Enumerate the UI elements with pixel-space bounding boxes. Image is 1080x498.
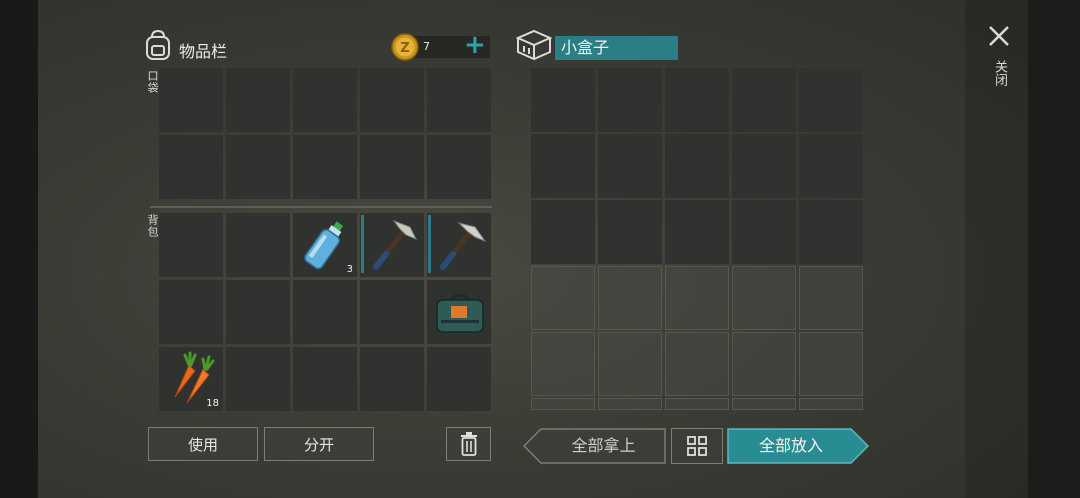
container-slot[interactable] xyxy=(665,68,729,132)
container-slot[interactable] xyxy=(799,134,863,198)
backpack-slot[interactable] xyxy=(360,347,424,411)
right-edge xyxy=(1028,0,1080,498)
container-slot-locked xyxy=(732,332,796,396)
container-slot-locked xyxy=(598,332,662,396)
backpack-slot-medkit[interactable] xyxy=(427,280,491,344)
container-slot[interactable] xyxy=(598,68,662,132)
container-slot-locked xyxy=(799,266,863,330)
backpack-slot[interactable] xyxy=(226,213,290,277)
backpack-slot[interactable] xyxy=(360,280,424,344)
backpack-slot-pickaxe[interactable] xyxy=(427,213,491,277)
take-all-button[interactable]: 全部拿上 xyxy=(541,428,666,464)
container-slot[interactable] xyxy=(732,68,796,132)
pocket-slot[interactable] xyxy=(427,135,491,199)
water-bottle-icon xyxy=(304,221,344,270)
hatchet-icon xyxy=(373,219,418,270)
pocket-slot[interactable] xyxy=(293,68,357,132)
backpack-slot[interactable] xyxy=(226,280,290,344)
trash-icon xyxy=(460,432,477,456)
container-slot-locked xyxy=(531,332,595,396)
pickaxe-icon xyxy=(440,222,487,270)
container-slot-locked xyxy=(665,398,729,410)
container-slot[interactable] xyxy=(598,200,662,264)
durability-bar xyxy=(361,215,364,273)
pocket-slot[interactable] xyxy=(159,68,223,132)
container-slot[interactable] xyxy=(732,200,796,264)
pocket-slot[interactable] xyxy=(226,68,290,132)
container-slot-locked xyxy=(598,266,662,330)
medkit-bag-icon xyxy=(436,293,484,333)
container-slot[interactable] xyxy=(531,134,595,198)
add-currency-button[interactable]: + xyxy=(464,30,486,60)
backpack-label: 背包 xyxy=(146,214,159,238)
container-slot[interactable] xyxy=(665,200,729,264)
container-slot-locked xyxy=(598,398,662,410)
svg-text:Z: Z xyxy=(400,41,409,56)
container-slot-locked xyxy=(665,332,729,396)
pocket-slot[interactable] xyxy=(226,135,290,199)
container-slot[interactable] xyxy=(799,200,863,264)
container-slot-locked xyxy=(732,266,796,330)
container-slot-locked xyxy=(799,332,863,396)
split-button[interactable]: 分开 xyxy=(264,427,374,461)
container-slot-locked xyxy=(665,266,729,330)
sort-grid-icon xyxy=(687,436,707,456)
durability-bar xyxy=(428,215,431,273)
sort-button[interactable] xyxy=(671,428,723,464)
container-slot-locked xyxy=(531,398,595,410)
inventory-title: 物品栏 xyxy=(179,42,228,61)
container-slot[interactable] xyxy=(598,134,662,198)
pocket-slot[interactable] xyxy=(159,135,223,199)
container-slot[interactable] xyxy=(665,134,729,198)
pocket-slot[interactable] xyxy=(360,135,424,199)
backpack-slot-carrot[interactable]: 18 xyxy=(159,347,223,411)
left-edge xyxy=(0,0,38,498)
backpack-slot[interactable] xyxy=(159,280,223,344)
currency-amount: 7 xyxy=(423,40,430,53)
backpack-slot[interactable] xyxy=(226,347,290,411)
backpack-icon xyxy=(146,29,170,60)
backpack-slot[interactable] xyxy=(293,347,357,411)
backpack-slot-hatchet[interactable] xyxy=(360,213,424,277)
section-divider xyxy=(150,206,492,208)
backpack-slot[interactable] xyxy=(159,213,223,277)
use-button[interactable]: 使用 xyxy=(148,427,258,461)
container-slot[interactable] xyxy=(531,200,595,264)
container-slot-locked xyxy=(531,266,595,330)
pocket-slot[interactable] xyxy=(360,68,424,132)
carrot-quantity: 18 xyxy=(206,398,219,409)
backpack-slot[interactable] xyxy=(293,280,357,344)
container-slot-locked xyxy=(799,398,863,410)
close-icon[interactable] xyxy=(987,24,1011,48)
close-label[interactable]: 关闭 xyxy=(990,60,1009,86)
container-slot[interactable] xyxy=(799,68,863,132)
water-bottle-quantity: 3 xyxy=(346,264,353,275)
container-slot[interactable] xyxy=(531,68,595,132)
backpack-slot[interactable] xyxy=(427,347,491,411)
backpack-slot-water-bottle[interactable]: 3 xyxy=(293,213,357,277)
put-all-button[interactable]: 全部放入 xyxy=(727,428,855,464)
trash-button[interactable] xyxy=(446,427,491,461)
container-slot[interactable] xyxy=(732,134,796,198)
box-icon xyxy=(516,29,552,61)
pocket-slot[interactable] xyxy=(427,68,491,132)
pocket-label: 口袋 xyxy=(146,70,159,94)
pocket-slot[interactable] xyxy=(293,135,357,199)
coin-icon: Z xyxy=(391,33,419,61)
container-name[interactable]: 小盒子 xyxy=(555,36,678,60)
container-slot-locked xyxy=(732,398,796,410)
